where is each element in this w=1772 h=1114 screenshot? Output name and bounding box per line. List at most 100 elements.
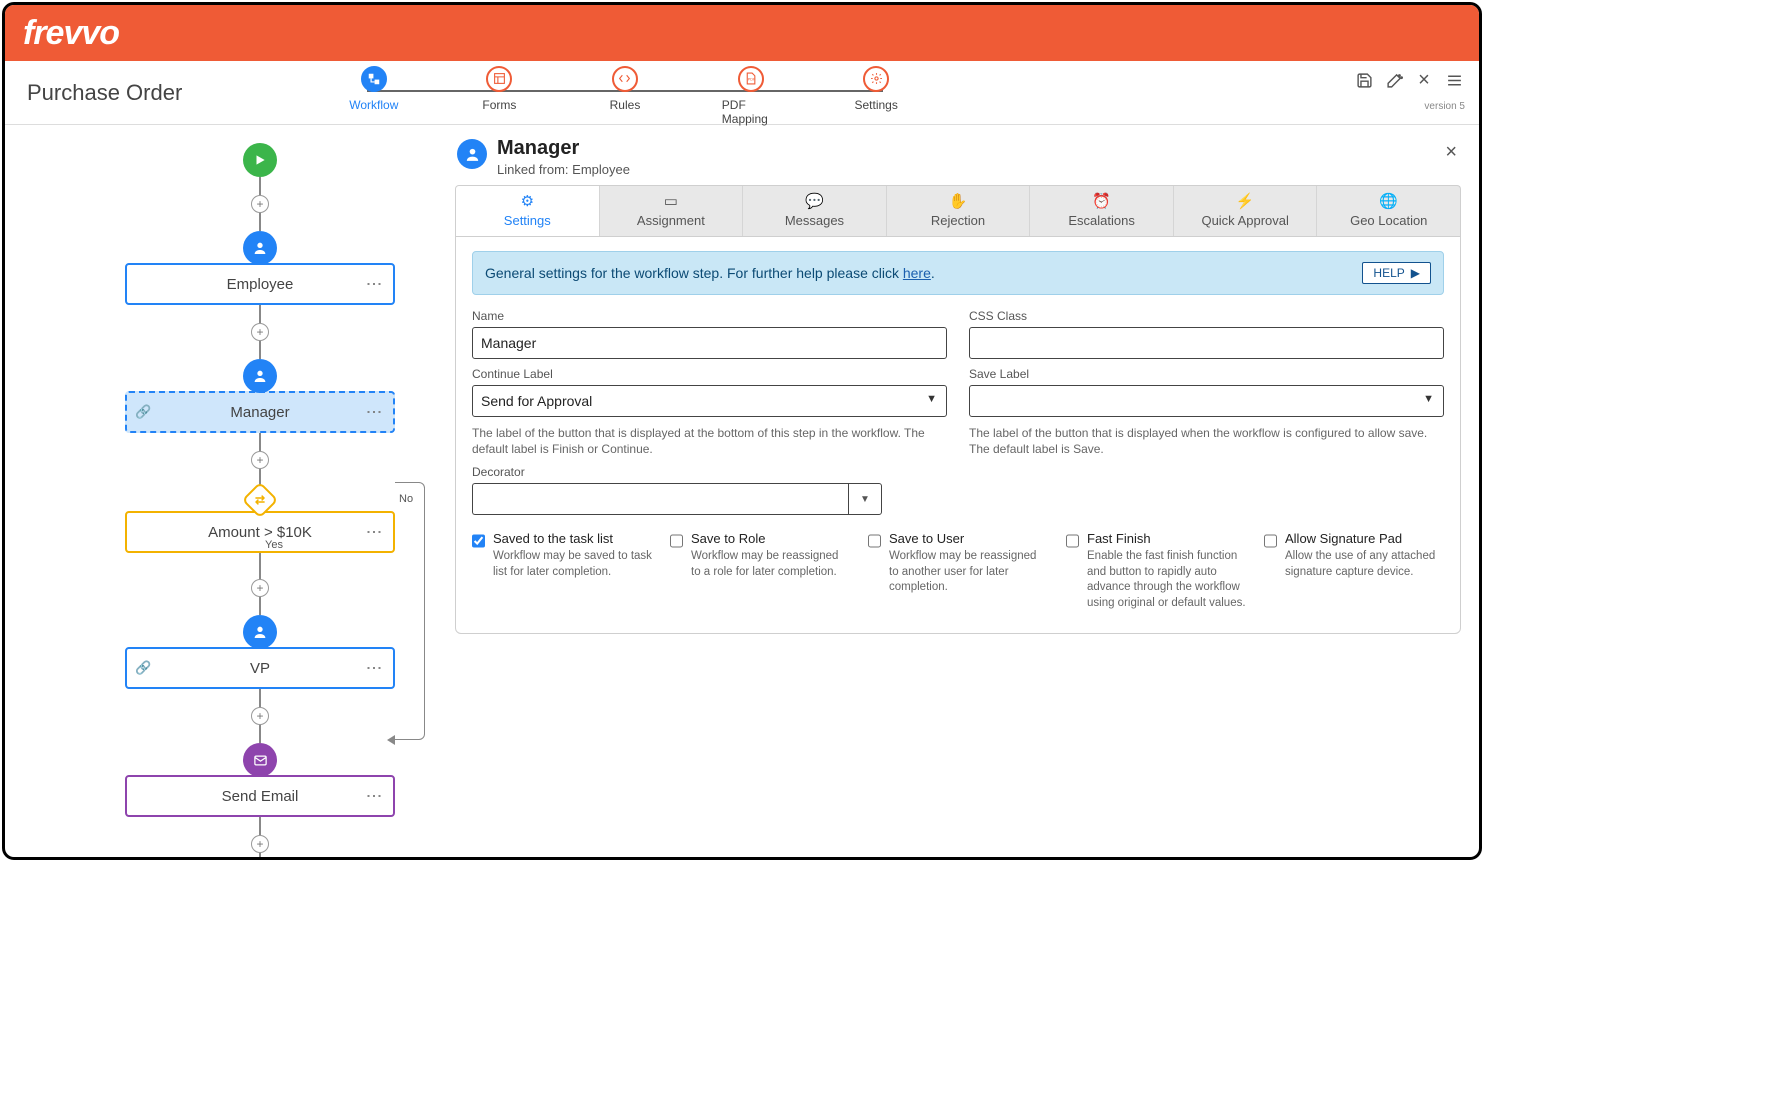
tab-geo[interactable]: 🌐Geo Location	[1317, 186, 1460, 236]
add-step[interactable]: +	[251, 451, 269, 469]
continue-help: The label of the button that is displaye…	[472, 425, 947, 457]
nav-label: Forms	[482, 98, 516, 112]
add-step[interactable]: +	[251, 323, 269, 341]
step-label: Send Email	[222, 788, 299, 805]
rules-icon	[618, 72, 631, 85]
checkbox[interactable]	[1264, 532, 1277, 550]
nav-forms[interactable]: Forms	[471, 66, 529, 126]
add-step[interactable]: +	[251, 579, 269, 597]
nav-rules[interactable]: Rules	[596, 66, 654, 126]
logo: frevvo	[23, 14, 119, 53]
step-manager[interactable]: 🔗Manager⋮	[125, 391, 395, 433]
step-nav: Workflow Forms Rules PDF PDF Mapping	[345, 60, 1479, 126]
check-saved-task-list: Saved to the task list Workflow may be sa…	[472, 531, 652, 611]
clock-icon: ⏰	[1092, 192, 1111, 210]
check-fast-finish: Fast FinishEnable the fast finish functi…	[1066, 531, 1246, 611]
tab-messages[interactable]: 💬Messages	[743, 186, 887, 236]
nav-label: Settings	[854, 98, 897, 112]
info-link[interactable]: here	[903, 265, 931, 281]
step-label: Amount > $10K	[208, 524, 312, 541]
nav-workflow[interactable]: Workflow	[345, 66, 403, 126]
check-desc: Allow the use of any attached signature …	[1285, 549, 1444, 580]
tab-label: Settings	[504, 213, 551, 228]
continue-select[interactable]	[472, 385, 947, 417]
step-decision[interactable]: Amount > $10K ⋮	[125, 511, 395, 553]
checkbox[interactable]	[868, 532, 881, 550]
bolt-icon: ⚡	[1236, 192, 1255, 210]
step-menu-icon[interactable]: ⋮	[364, 660, 383, 677]
panel-close-icon[interactable]: ×	[1445, 141, 1457, 164]
checkbox[interactable]	[472, 532, 485, 550]
svg-text:PDF: PDF	[748, 78, 756, 82]
tab-label: Quick Approval	[1201, 213, 1288, 228]
tab-label: Rejection	[931, 213, 985, 228]
close-icon[interactable]: ×	[1415, 71, 1433, 89]
decorator-input[interactable]	[472, 483, 848, 515]
tab-label: Assignment	[637, 213, 705, 228]
sub-bar: Purchase Order Workflow Forms Rules	[5, 61, 1479, 125]
add-step[interactable]: +	[251, 195, 269, 213]
person-node	[243, 359, 277, 393]
checkbox-row: Saved to the task list Workflow may be sa…	[472, 531, 1444, 611]
tab-settings[interactable]: ⚙ Settings	[456, 186, 600, 236]
step-email[interactable]: Send Email ⋮	[125, 775, 395, 817]
version-label: version 5	[1424, 101, 1465, 112]
panel-header: Manager Linked from: Employee	[455, 137, 1461, 185]
check-title: Saved to the task list	[493, 531, 652, 546]
panel-subtitle: Linked from: Employee	[497, 162, 630, 177]
step-menu-icon[interactable]: ⋮	[364, 276, 383, 293]
step-vp[interactable]: 🔗VP⋮	[125, 647, 395, 689]
hand-icon: ✋	[949, 192, 968, 210]
check-sig-pad: Allow Signature Pad Allow the use of any …	[1264, 531, 1444, 611]
step-label: VP	[250, 660, 270, 677]
content-area: + Employee⋮ + 🔗Manager⋮ + ⇄ Amount > $10…	[5, 125, 1479, 857]
decision-icon: ⇄	[255, 493, 265, 507]
start-node[interactable]	[243, 143, 277, 177]
check-title: Fast Finish	[1087, 531, 1246, 546]
gear-icon	[870, 72, 883, 85]
tab-assignment[interactable]: ▭Assignment	[600, 186, 744, 236]
check-save-user: Save to UserWorkflow may be reassigned t…	[868, 531, 1048, 611]
app-frame: frevvo Purchase Order Workflow Forms	[2, 2, 1482, 860]
name-input[interactable]	[472, 327, 947, 359]
person-icon	[252, 624, 268, 640]
step-menu-icon[interactable]: ⋮	[364, 404, 383, 421]
continue-label: Continue Label	[472, 367, 947, 381]
help-button[interactable]: HELP▶	[1362, 262, 1431, 284]
add-step[interactable]: +	[251, 707, 269, 725]
save-icon[interactable]	[1355, 71, 1373, 89]
play-icon: ▶	[1411, 266, 1420, 280]
settings-panel: Manager Linked from: Employee × ⚙ Setting…	[445, 125, 1479, 857]
nav-settings[interactable]: Settings	[847, 66, 905, 126]
step-menu-icon[interactable]: ⋮	[364, 524, 383, 541]
link-icon: 🔗	[135, 404, 151, 420]
nav-pdf[interactable]: PDF PDF Mapping	[722, 66, 780, 126]
decorator-dropdown[interactable]: ▼	[848, 483, 882, 515]
css-input[interactable]	[969, 327, 1444, 359]
person-icon	[252, 368, 268, 384]
panel-body: General settings for the workflow step. …	[455, 236, 1461, 634]
wand-icon[interactable]	[1385, 71, 1403, 89]
email-node	[243, 743, 277, 777]
step-employee[interactable]: Employee⋮	[125, 263, 395, 305]
check-desc: Workflow may be saved to task list for l…	[493, 549, 652, 580]
gear-icon: ⚙	[521, 192, 534, 210]
step-menu-icon[interactable]: ⋮	[364, 788, 383, 805]
check-title: Allow Signature Pad	[1285, 531, 1444, 546]
checkbox[interactable]	[670, 532, 683, 550]
bypass-connector	[395, 482, 425, 740]
tab-quick-approval[interactable]: ⚡ Quick Approval	[1174, 186, 1318, 236]
panel-person-icon	[457, 139, 487, 169]
menu-icon[interactable]	[1445, 71, 1463, 89]
person-node	[243, 231, 277, 265]
add-step[interactable]: +	[251, 835, 269, 853]
tab-rejection[interactable]: ✋ Rejection	[887, 186, 1031, 236]
check-save-role: Save to RoleWorkflow may be reassigned t…	[670, 531, 850, 611]
save-select[interactable]	[969, 385, 1444, 417]
workflow-icon	[367, 72, 381, 86]
checkbox[interactable]	[1066, 532, 1079, 550]
check-title: Save to User	[889, 531, 1048, 546]
tab-escalations[interactable]: ⏰Escalations	[1030, 186, 1174, 236]
panel-tabs: ⚙ Settings ▭Assignment 💬Messages ✋ Rejecti…	[455, 185, 1461, 236]
info-bar: General settings for the workflow step. …	[472, 251, 1444, 295]
